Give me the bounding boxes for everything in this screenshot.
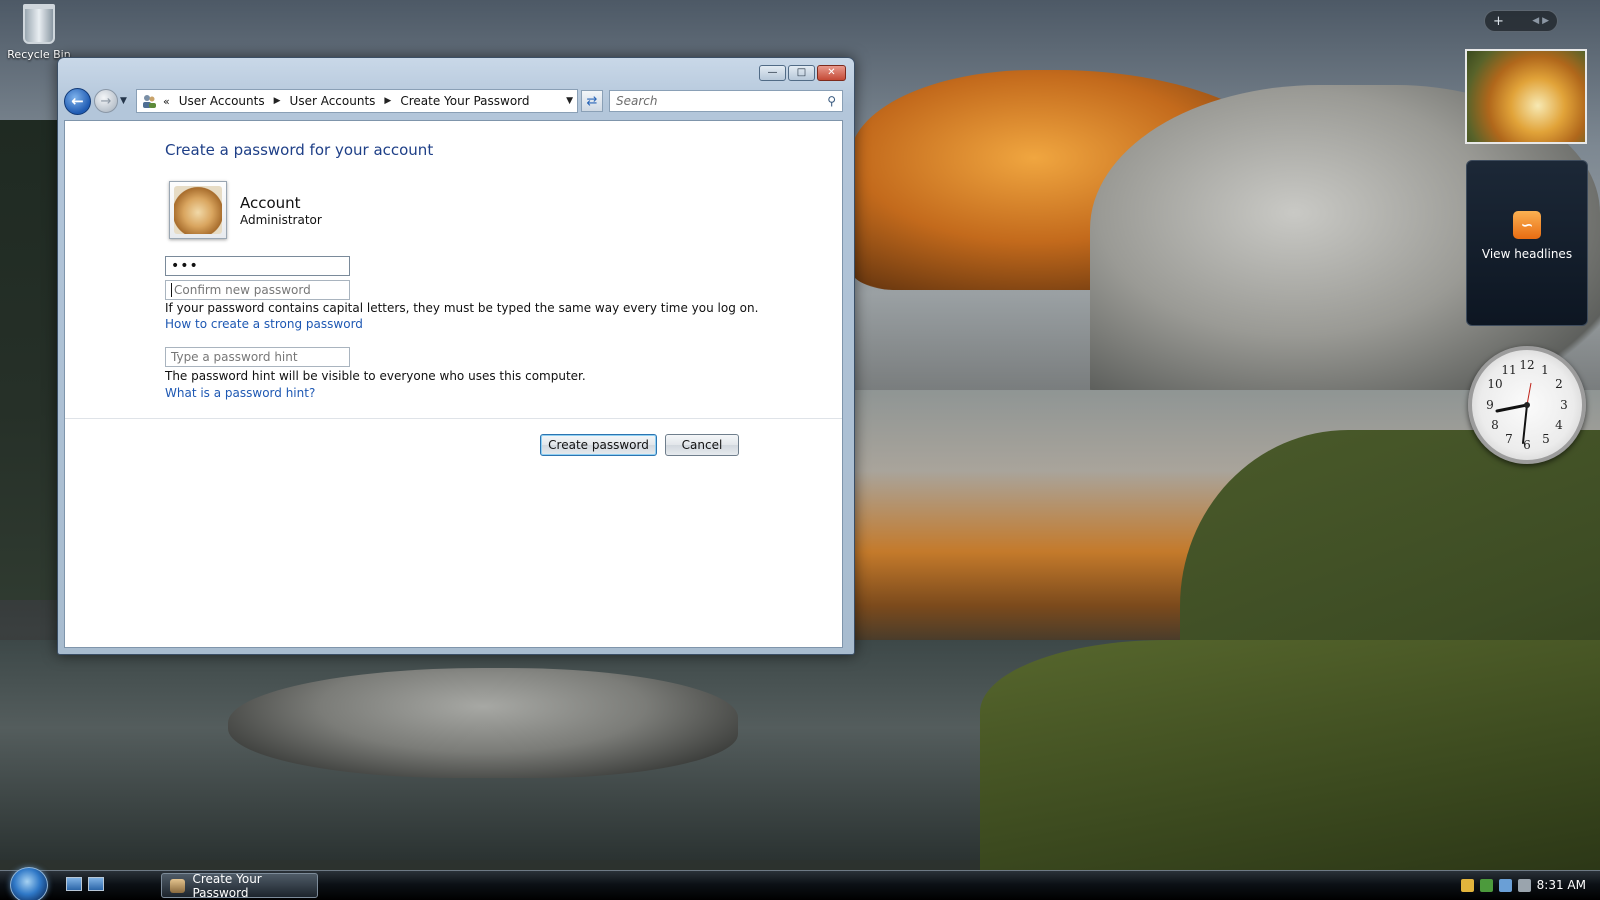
svg-text:1: 1 bbox=[1541, 363, 1549, 377]
page-title: Create a password for your account bbox=[165, 141, 434, 159]
user-accounts-icon bbox=[170, 878, 186, 893]
volume-muted-icon[interactable] bbox=[1517, 878, 1531, 892]
clock-face-icon: 12 12 345 678 91011 bbox=[1486, 358, 1568, 452]
cancel-button[interactable]: Cancel bbox=[665, 434, 739, 456]
search-placeholder: Search bbox=[616, 94, 658, 108]
gadget-page-arrows-icon[interactable]: ◀ ▶ bbox=[1532, 16, 1549, 26]
hint-visibility-note: The password hint will be visible to eve… bbox=[165, 369, 586, 383]
svg-text:2: 2 bbox=[1555, 377, 1563, 391]
confirm-password-placeholder: Confirm new password bbox=[174, 283, 311, 297]
slideshow-gadget[interactable] bbox=[1465, 49, 1587, 144]
forward-arrow-icon: → bbox=[100, 93, 112, 109]
maximize-button[interactable]: □ bbox=[788, 65, 815, 81]
new-password-field[interactable]: ••• bbox=[165, 256, 350, 276]
dog-picture-icon bbox=[174, 186, 222, 234]
divider bbox=[65, 418, 842, 419]
taskbar-item-create-password[interactable]: Create Your Password bbox=[161, 871, 318, 900]
breadcrumb-item-user-accounts-1[interactable]: User Accounts bbox=[179, 94, 265, 108]
show-desktop-icon[interactable] bbox=[66, 877, 82, 891]
feed-headlines-label: View headlines bbox=[1481, 247, 1573, 261]
back-arrow-icon: ← bbox=[71, 92, 84, 110]
navigation-bar: ← → ▼ « User Accounts ▶ User Accounts ▶ … bbox=[64, 86, 846, 116]
clock-time[interactable]: 8:31 AM bbox=[1537, 878, 1586, 892]
clock-gadget[interactable]: 12 1 2 345 678 9 10 11 bbox=[1468, 346, 1586, 464]
minimize-button[interactable]: — bbox=[759, 65, 786, 81]
text-caret bbox=[171, 283, 172, 297]
breadcrumb-overflow[interactable]: « bbox=[163, 95, 170, 108]
password-hint-placeholder: Type a password hint bbox=[171, 350, 298, 364]
account-role: Administrator bbox=[240, 213, 322, 227]
feed-headlines-gadget[interactable]: ∽ View headlines bbox=[1466, 160, 1588, 326]
system-tray: 8:31 AM bbox=[1460, 878, 1586, 892]
svg-text:8: 8 bbox=[1491, 418, 1499, 432]
svg-text:9: 9 bbox=[1486, 398, 1494, 412]
refresh-button[interactable]: ⇄ bbox=[581, 90, 603, 112]
svg-text:11: 11 bbox=[1501, 363, 1516, 377]
recycle-bin-icon bbox=[23, 4, 55, 44]
new-password-value: ••• bbox=[171, 258, 199, 274]
svg-text:10: 10 bbox=[1487, 377, 1502, 391]
start-button[interactable] bbox=[10, 867, 48, 900]
window-controls: — □ ✕ bbox=[759, 65, 846, 81]
password-hint-help-link[interactable]: What is a password hint? bbox=[165, 386, 315, 400]
content-pane: Create a password for your account Accou… bbox=[64, 120, 843, 648]
avatar bbox=[169, 181, 227, 239]
svg-text:6: 6 bbox=[1523, 438, 1531, 452]
create-password-window: — □ ✕ ← → ▼ « User Accounts ▶ User Accou… bbox=[57, 57, 855, 655]
close-button[interactable]: ✕ bbox=[817, 65, 846, 81]
recycle-bin[interactable]: Recycle Bin bbox=[6, 4, 72, 61]
svg-text:5: 5 bbox=[1542, 432, 1550, 446]
address-dropdown-icon[interactable]: ▼ bbox=[566, 96, 573, 106]
switch-windows-icon[interactable] bbox=[88, 877, 104, 891]
create-password-button[interactable]: Create password bbox=[540, 434, 657, 456]
strong-password-link[interactable]: How to create a strong password bbox=[165, 317, 363, 331]
taskbar-item-label: Create Your Password bbox=[192, 871, 262, 900]
svg-text:3: 3 bbox=[1560, 398, 1568, 412]
svg-text:7: 7 bbox=[1505, 432, 1513, 446]
svg-text:12: 12 bbox=[1519, 358, 1534, 372]
windows-defender-icon[interactable] bbox=[1479, 878, 1493, 892]
breadcrumb-item-user-accounts-2[interactable]: User Accounts bbox=[290, 94, 376, 108]
network-icon[interactable] bbox=[1498, 878, 1512, 892]
forward-button[interactable]: → bbox=[94, 89, 118, 113]
search-icon[interactable]: ⚲ bbox=[827, 94, 836, 108]
search-input[interactable]: Search ⚲ bbox=[609, 90, 843, 112]
breadcrumb-item-create-password[interactable]: Create Your Password bbox=[400, 94, 529, 108]
user-accounts-icon bbox=[143, 95, 156, 108]
back-button[interactable]: ← bbox=[64, 87, 91, 115]
password-hint-field[interactable]: Type a password hint bbox=[165, 347, 350, 367]
wallpaper-foreground-grass bbox=[980, 640, 1600, 880]
wallpaper-rock bbox=[228, 668, 738, 778]
sidebar-controls: + ◀ ▶ bbox=[1484, 10, 1558, 32]
add-gadget-icon[interactable]: + bbox=[1493, 14, 1504, 29]
security-shield-icon[interactable] bbox=[1460, 878, 1474, 892]
rss-feed-icon: ∽ bbox=[1513, 211, 1541, 239]
svg-text:4: 4 bbox=[1555, 418, 1563, 432]
recent-pages-dropdown[interactable]: ▼ bbox=[120, 96, 132, 106]
breadcrumb-separator-icon[interactable]: ▶ bbox=[274, 96, 281, 106]
refresh-icon: ⇄ bbox=[586, 93, 598, 109]
address-bar[interactable]: « User Accounts ▶ User Accounts ▶ Create… bbox=[136, 89, 578, 113]
capital-letters-note: If your password contains capital letter… bbox=[165, 301, 759, 315]
breadcrumb-separator-icon[interactable]: ▶ bbox=[384, 96, 391, 106]
account-name: Account bbox=[240, 194, 301, 212]
confirm-password-field[interactable]: Confirm new password bbox=[165, 280, 350, 300]
